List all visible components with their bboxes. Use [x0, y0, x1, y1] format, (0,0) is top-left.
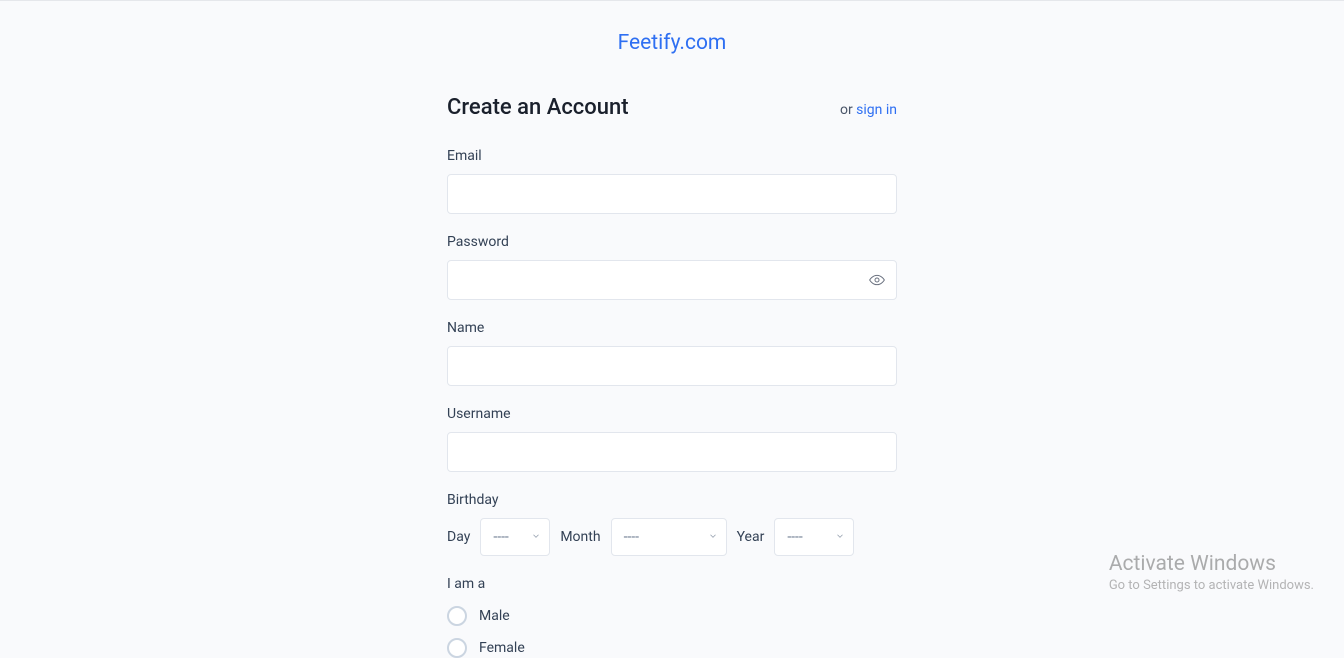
signup-form: Create an Account or sign in Email Passw… — [447, 95, 897, 658]
watermark-subtitle: Go to Settings to activate Windows. — [1109, 578, 1314, 593]
male-label: Male — [479, 608, 510, 624]
day-label: Day — [447, 529, 470, 545]
windows-watermark: Activate Windows Go to Settings to activ… — [1109, 552, 1314, 593]
radio-female[interactable] — [447, 638, 467, 658]
year-value: ---- — [787, 529, 802, 545]
site-logo[interactable]: Feetify.com — [222, 31, 1122, 55]
watermark-title: Activate Windows — [1109, 552, 1314, 576]
signin-block: or sign in — [840, 102, 897, 118]
radio-row-female[interactable]: Female — [447, 638, 897, 658]
year-label: Year — [737, 529, 765, 545]
chevron-down-icon — [531, 529, 541, 545]
name-label: Name — [447, 320, 897, 336]
username-label: Username — [447, 406, 897, 422]
day-select[interactable]: ---- — [480, 518, 550, 556]
radio-row-male[interactable]: Male — [447, 606, 897, 626]
chevron-down-icon — [708, 529, 718, 545]
username-field[interactable] — [447, 432, 897, 472]
gender-label: I am a — [447, 576, 897, 592]
birthday-label: Birthday — [447, 492, 897, 508]
page-title: Create an Account — [447, 95, 629, 120]
email-field[interactable] — [447, 174, 897, 214]
radio-male[interactable] — [447, 606, 467, 626]
month-value: ---- — [624, 529, 639, 545]
password-field[interactable] — [447, 260, 897, 300]
password-label: Password — [447, 234, 897, 250]
year-select[interactable]: ---- — [774, 518, 854, 556]
eye-icon[interactable] — [869, 272, 885, 288]
month-label: Month — [560, 529, 600, 545]
signin-link[interactable]: sign in — [856, 102, 897, 118]
month-select[interactable]: ---- — [611, 518, 727, 556]
or-text: or — [840, 102, 856, 118]
name-field[interactable] — [447, 346, 897, 386]
email-label: Email — [447, 148, 897, 164]
female-label: Female — [479, 640, 525, 656]
chevron-down-icon — [835, 529, 845, 545]
day-value: ---- — [493, 529, 508, 545]
